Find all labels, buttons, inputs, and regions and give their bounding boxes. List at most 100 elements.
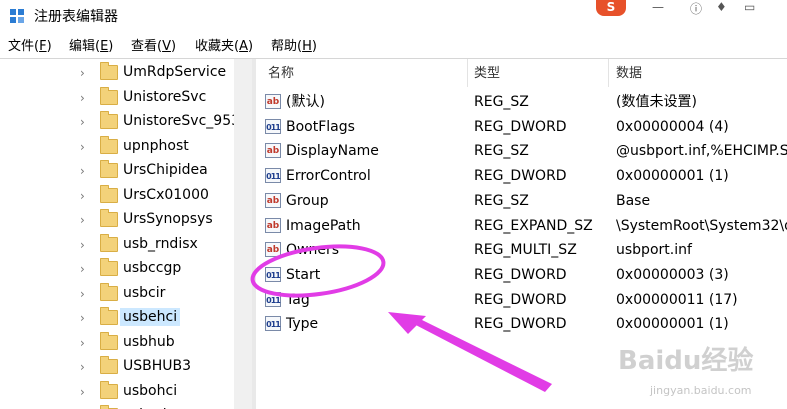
tree-item[interactable]: › upnphost: [80, 135, 250, 159]
tree-item[interactable]: › UrsSynopsys: [80, 208, 250, 232]
tree-item[interactable]: › usbhub: [80, 331, 250, 355]
tree-item[interactable]: › USBHUB3: [80, 355, 250, 379]
value-type: REG_DWORD: [474, 118, 567, 135]
tree-item[interactable]: › usbccgp: [80, 257, 250, 281]
value-type: REG_DWORD: [474, 266, 567, 283]
title-bar: 注册表编辑器 S — ⓘ ♦ ▭: [0, 0, 787, 34]
tree-item-label: usb_rndisx: [123, 235, 198, 252]
menu-view[interactable]: 查看(V): [131, 39, 176, 55]
string-value-icon: ab: [265, 143, 281, 159]
regedit-icon: [10, 9, 24, 23]
value-row[interactable]: 011 Tag REG_DWORD 0x00000011 (17): [256, 287, 787, 311]
key-tree[interactable]: › UmRdpService › UnistoreSvc › UnistoreSvc_95…: [0, 59, 252, 409]
value-name: Tag: [286, 291, 310, 308]
chevron-right-icon[interactable]: ›: [80, 91, 85, 105]
value-data: Base: [616, 192, 651, 209]
chevron-right-icon[interactable]: ›: [80, 115, 85, 129]
pin-icon[interactable]: ♦: [716, 0, 727, 14]
binary-value-icon: 011: [265, 168, 281, 184]
folder-icon: [100, 380, 118, 399]
chevron-right-icon[interactable]: ›: [80, 360, 85, 374]
chevron-right-icon[interactable]: ›: [80, 336, 85, 350]
menu-help[interactable]: 帮助(H): [271, 39, 317, 55]
tree-scrollbar[interactable]: [234, 59, 252, 409]
tree-item[interactable]: › UrsChipidea: [80, 159, 250, 183]
value-row[interactable]: 011 Type REG_DWORD 0x00000001 (1): [256, 311, 787, 335]
value-name: (默认): [286, 94, 325, 110]
binary-value-icon: 011: [265, 291, 281, 307]
value-data: usbport.inf: [616, 242, 692, 259]
watermark-subtext: jingyan.baidu.com: [650, 384, 752, 397]
folder-icon: [100, 307, 118, 325]
value-data: 0x00000003 (3): [616, 266, 729, 283]
value-row[interactable]: 011 BootFlags REG_DWORD 0x00000004 (4): [256, 114, 787, 138]
value-type: REG_MULTI_SZ: [474, 242, 577, 259]
tree-item-label: UnistoreSvc: [123, 88, 207, 105]
value-row[interactable]: ab DisplayName REG_SZ @usbport.inf,%EHCIMP.…: [256, 138, 787, 162]
folder-icon: [100, 282, 118, 301]
chevron-right-icon[interactable]: ›: [80, 164, 85, 178]
column-separator[interactable]: [467, 59, 468, 87]
column-header-type[interactable]: 类型: [474, 65, 500, 83]
value-row[interactable]: ab Group REG_SZ Base: [256, 188, 787, 212]
folder-icon: [100, 184, 118, 203]
window-title: 注册表编辑器: [34, 9, 118, 25]
tree-item-label: UrsSynopsys: [123, 211, 213, 227]
chevron-right-icon[interactable]: ›: [80, 311, 85, 325]
menu-edit[interactable]: 编辑(E): [69, 39, 113, 55]
binary-value-icon: 011: [265, 316, 281, 332]
tree-item-label: usbehci: [120, 308, 181, 326]
minimize-button[interactable]: —: [652, 0, 664, 14]
help-icon[interactable]: ⓘ: [690, 0, 702, 17]
column-separator[interactable]: [608, 59, 609, 87]
tree-item-label: usbohci: [123, 382, 178, 399]
chevron-right-icon[interactable]: ›: [80, 238, 85, 252]
tree-item-label: usbccgp: [123, 260, 182, 276]
tree-item[interactable]: › usbohci: [80, 380, 250, 404]
window-control-icon[interactable]: ▭: [744, 0, 755, 14]
string-value-icon: ab: [265, 192, 281, 208]
tree-item[interactable]: › usb_rndisx: [80, 233, 250, 257]
tree-item[interactable]: › usbehci: [80, 306, 250, 330]
chevron-right-icon[interactable]: ›: [80, 262, 85, 276]
tree-item-label: usbhub: [123, 333, 175, 350]
chevron-right-icon[interactable]: ›: [80, 213, 85, 227]
value-name: Owners: [286, 242, 340, 259]
chevron-right-icon[interactable]: ›: [80, 287, 85, 301]
value-data: (数值未设置): [616, 94, 697, 110]
value-row[interactable]: ab ImagePath REG_EXPAND_SZ \SystemRoot\Syst…: [256, 213, 787, 237]
column-header-data[interactable]: 数据: [616, 65, 642, 83]
binary-value-icon: 011: [265, 266, 281, 282]
folder-icon: [100, 331, 118, 350]
menu-file[interactable]: 文件(F): [8, 39, 52, 55]
tree-item[interactable]: › UnistoreSvc: [80, 86, 250, 110]
tree-item[interactable]: › UrsCx01000: [80, 184, 250, 208]
value-row[interactable]: ab (默认) REG_SZ (数值未设置): [256, 89, 787, 113]
folder-icon: [100, 209, 118, 227]
tree-item[interactable]: › UnistoreSvc_953: [80, 110, 250, 134]
tree-item[interactable]: › UmRdpService: [80, 61, 250, 85]
tree-item[interactable]: ›usbprint: [80, 404, 250, 409]
menu-favorites[interactable]: 收藏夹(A): [195, 39, 253, 55]
value-row[interactable]: ab Owners REG_MULTI_SZ usbport.inf: [256, 237, 787, 261]
value-row[interactable]: 011 Start REG_DWORD 0x00000003 (3): [256, 262, 787, 286]
chevron-right-icon[interactable]: ›: [80, 385, 85, 399]
folder-icon: [100, 135, 118, 154]
folder-icon: [100, 111, 118, 129]
chevron-right-icon[interactable]: ›: [80, 189, 85, 203]
folder-icon: [100, 160, 118, 178]
tree-item[interactable]: › usbcir: [80, 282, 250, 306]
chevron-right-icon[interactable]: ›: [80, 140, 85, 154]
binary-value-icon: 011: [265, 118, 281, 134]
value-name: ImagePath: [286, 217, 361, 234]
folder-icon: [100, 233, 118, 252]
column-header-name[interactable]: 名称: [268, 65, 294, 83]
value-data: 0x00000001 (1): [616, 316, 729, 333]
watermark-logo: S: [596, 0, 626, 16]
menu-bar: 文件(F) 编辑(E) 查看(V) 收藏夹(A) 帮助(H): [0, 36, 787, 58]
value-type: REG_DWORD: [474, 291, 567, 308]
chevron-right-icon[interactable]: ›: [80, 66, 85, 80]
folder-icon: [100, 258, 118, 276]
value-row[interactable]: 011 ErrorControl REG_DWORD 0x00000001 (1): [256, 163, 787, 187]
value-name: ErrorControl: [286, 168, 371, 185]
